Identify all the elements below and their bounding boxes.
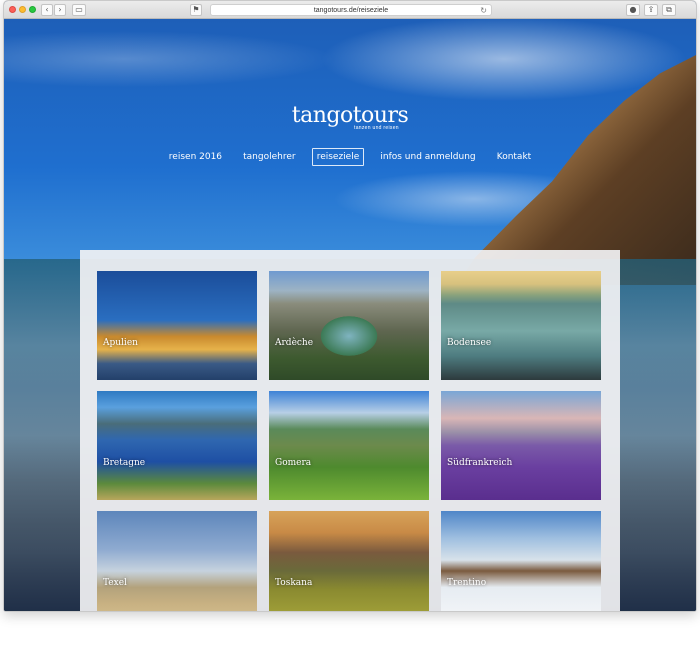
destination-label: Ardèche [275, 338, 314, 348]
share-button[interactable]: ⇪ [644, 4, 658, 16]
suedfrankreich-photo [441, 391, 601, 500]
url-text: tangotours.de/reiseziele [313, 7, 389, 14]
zoom-window-button[interactable] [29, 6, 36, 13]
nav-item-infos-und-anmeldung[interactable]: infos und anmeldung [375, 148, 480, 166]
destination-tile-bretagne[interactable]: Bretagne [97, 391, 257, 500]
nav-item-kontakt[interactable]: Kontakt [492, 148, 536, 166]
back-button[interactable]: ‹ [41, 4, 53, 16]
ardeche-photo [269, 271, 429, 380]
download-button[interactable]: ● [626, 4, 640, 16]
main-nav: reisen 2016 tangolehrer reiseziele infos… [4, 144, 696, 166]
close-window-button[interactable] [9, 6, 16, 13]
destination-tile-toskana[interactable]: Toskana [269, 511, 429, 611]
destination-label: Bodensee [447, 338, 492, 348]
hero-background: tangotours tanzen und reisen reisen 2016… [4, 19, 696, 611]
minimize-window-button[interactable] [19, 6, 26, 13]
download-icon: ● [629, 5, 637, 14]
destination-tile-gomera[interactable]: Gomera [269, 391, 429, 500]
forward-button[interactable]: › [54, 4, 66, 16]
destination-tile-ardeche[interactable]: Ardèche [269, 271, 429, 380]
sidebar-button[interactable]: ▭ [72, 4, 86, 16]
destination-label: Toskana [275, 578, 313, 588]
browser-toolbar: ‹ › ▭ ⚑ tangotours.de/reiseziele ↻ ● ⇪ ⧉ [4, 1, 696, 19]
destination-label: Texel [103, 578, 127, 588]
texel-photo [97, 511, 257, 611]
nav-item-reiseziele[interactable]: reiseziele [311, 148, 365, 166]
apulien-photo [97, 271, 257, 380]
nav-item-tangolehrer[interactable]: tangolehrer [238, 148, 300, 166]
site-logo[interactable]: tangotours [4, 103, 696, 128]
extension-icon: ⚑ [192, 5, 200, 14]
trentino-photo [441, 511, 601, 611]
toskana-photo [269, 511, 429, 611]
tabs-icon: ⧉ [666, 5, 672, 14]
chevron-left-icon: ‹ [45, 5, 49, 14]
destination-tile-bodensee[interactable]: Bodensee [441, 271, 601, 380]
destination-tile-trentino[interactable]: Trentino [441, 511, 601, 611]
destinations-panel: Apulien Ardèche Bodensee Bretagne Gomera [80, 250, 620, 611]
gomera-photo [269, 391, 429, 500]
destination-label: Bretagne [103, 458, 146, 468]
bretagne-photo [97, 391, 257, 500]
destination-tile-texel[interactable]: Texel [97, 511, 257, 611]
reload-icon[interactable]: ↻ [480, 5, 487, 16]
address-bar[interactable]: tangotours.de/reiseziele ↻ [210, 4, 492, 16]
extension-button[interactable]: ⚑ [190, 4, 202, 16]
destination-label: Apulien [103, 338, 138, 348]
site-tagline: tanzen und reisen [354, 125, 399, 131]
chevron-right-icon: › [58, 5, 62, 14]
destination-tile-apulien[interactable]: Apulien [97, 271, 257, 380]
sidebar-icon: ▭ [75, 5, 83, 14]
share-icon: ⇪ [647, 5, 655, 14]
destination-tile-suedfrankreich[interactable]: Südfrankreich [441, 391, 601, 500]
browser-window: ‹ › ▭ ⚑ tangotours.de/reiseziele ↻ ● ⇪ ⧉… [3, 0, 697, 612]
destination-label: Südfrankreich [447, 458, 513, 468]
nav-item-reisen-2016[interactable]: reisen 2016 [164, 148, 227, 166]
destination-label: Trentino [447, 578, 487, 588]
tabs-button[interactable]: ⧉ [662, 4, 676, 16]
bodensee-photo [441, 271, 601, 380]
destination-label: Gomera [275, 458, 312, 468]
